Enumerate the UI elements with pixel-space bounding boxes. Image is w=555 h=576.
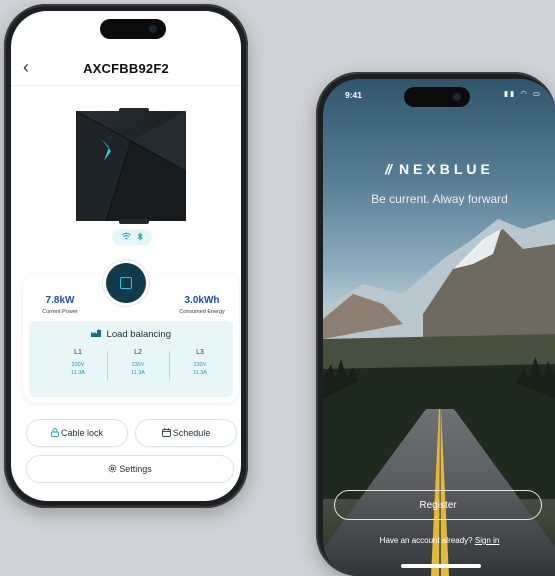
lock-icon [51, 427, 59, 439]
battery-icon: ▭ [532, 89, 542, 98]
nav-bar: ‹ AXCFBB92F2 [11, 51, 241, 86]
load-balancing-header: Load balancing [29, 329, 233, 340]
cable-lock-button[interactable]: Cable lock [26, 419, 128, 447]
phase-divider [107, 351, 108, 381]
charging-toggle-button[interactable] [106, 263, 146, 303]
consumed-energy-stat: 3.0kWh Consumed Energy [167, 295, 237, 315]
page-title: AXCFBB92F2 [83, 61, 169, 76]
phase-voltage: 230V [193, 362, 207, 368]
signin-prompt: Have an account already? [379, 536, 473, 545]
factory-icon [91, 329, 104, 339]
status-icons: ▮▮ ◠ ▭ [504, 89, 542, 98]
dynamic-island [100, 19, 166, 39]
device-screen: ‹ AXCFBB92F2 7.8kW Current Power 3.0kWh … [11, 11, 241, 501]
gear-icon [108, 464, 117, 475]
register-button[interactable]: Register [334, 490, 542, 520]
settings-label: Settings [119, 464, 152, 474]
charger-mount-bottom [119, 219, 149, 224]
phase-name: L2 [134, 349, 142, 356]
signin-link[interactable]: Sign in [475, 536, 499, 545]
brand-name: NEXBLUE [398, 161, 494, 177]
bluetooth-icon [137, 231, 143, 243]
phone-device-left: ‹ AXCFBB92F2 7.8kW Current Power 3.0kWh … [4, 4, 248, 508]
phone-device-right: 9:41 ▮▮ ◠ ▭ // NEXBLUE Be current. Alway … [316, 72, 555, 576]
phase-divider [169, 351, 170, 381]
consumed-energy-label: Consumed Energy [179, 309, 225, 315]
consumed-energy-value: 3.0kWh [184, 295, 220, 306]
signal-icon: ▮▮ [503, 89, 517, 98]
load-balancing-title: Load balancing [106, 329, 171, 340]
login-screen: 9:41 ▮▮ ◠ ▭ // NEXBLUE Be current. Alway … [323, 79, 555, 576]
current-power-label: Current Power [42, 309, 78, 315]
phase-l2: L2 230V 11.3A [113, 349, 163, 376]
schedule-button[interactable]: Schedule [135, 419, 237, 447]
current-power-value: 7.8kW [45, 295, 75, 306]
phase-voltage: 230V [131, 362, 145, 368]
signin-row: Have an account already? Sign in [323, 536, 555, 545]
phase-name: L3 [196, 349, 204, 356]
settings-button[interactable]: Settings [26, 455, 234, 483]
register-label: Register [419, 499, 457, 511]
phase-name: L1 [74, 349, 82, 356]
current-power-stat: 7.8kW Current Power [25, 295, 95, 315]
schedule-label: Schedule [172, 428, 211, 438]
wifi-icon [121, 232, 131, 242]
dynamic-island [404, 87, 470, 107]
brand-logo: // NEXBLUE [323, 161, 555, 179]
load-balancing-panel: Load balancing L1 230V 11.3A L2 230V 11.… [29, 321, 233, 397]
status-time: 9:41 [345, 90, 363, 100]
phase-current: 11.3A [193, 370, 207, 376]
wifi-icon: ◠ [520, 89, 529, 98]
phase-l1: L1 230V 11.3A [53, 349, 103, 376]
phase-voltage: 230V [71, 362, 85, 368]
charger-device-image [76, 111, 186, 221]
logo-mark-icon: // [385, 161, 392, 177]
connectivity-badge [112, 229, 152, 245]
phase-current: 11.3A [131, 370, 145, 376]
calendar-icon [161, 427, 171, 439]
phase-l3: L3 230V 11.3A [175, 349, 225, 376]
stop-square-icon [120, 277, 132, 289]
tagline: Be current. Alway forward [371, 192, 508, 206]
phase-current: 11.3A [71, 370, 85, 376]
cable-lock-label: Cable lock [60, 428, 104, 438]
home-indicator [401, 564, 481, 568]
